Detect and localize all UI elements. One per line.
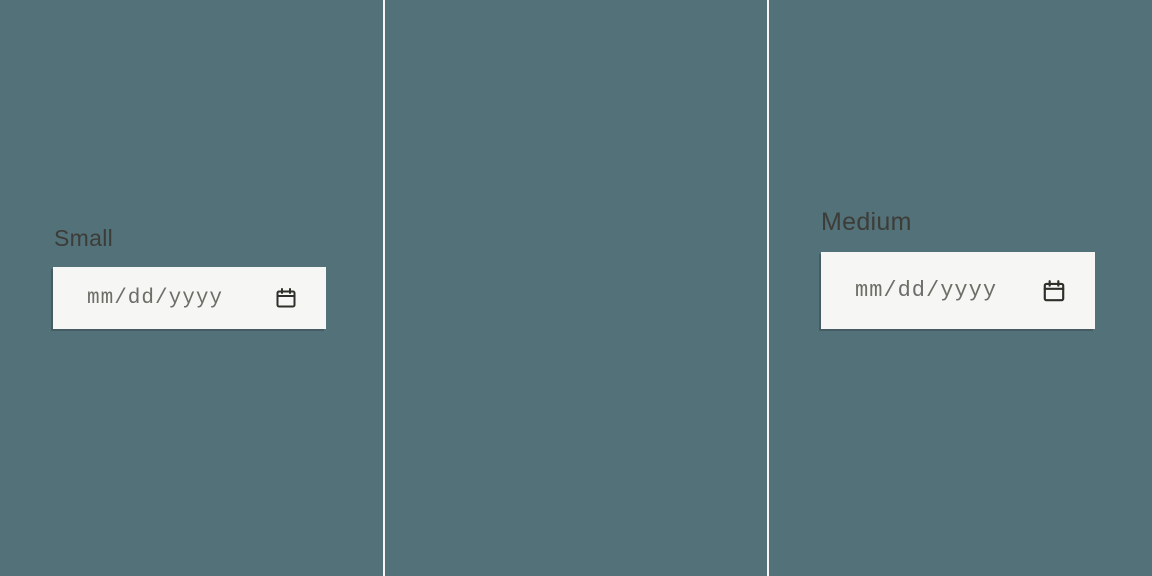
- panel-small: Small mm/dd/yyyy: [0, 0, 384, 576]
- date-input-small[interactable]: mm/dd/yyyy: [53, 267, 326, 329]
- panel-large: Large mm/dd/yyyy: [768, 0, 1152, 576]
- variant-label-small: Small: [54, 225, 113, 252]
- calendar-icon[interactable]: [274, 286, 298, 310]
- date-placeholder: mm/dd/yyyy: [87, 287, 223, 310]
- size-variants-canvas: Small mm/dd/yyyy Medium mm/dd/yyyy: [0, 0, 1152, 576]
- panel-medium: Medium mm/dd/yyyy: [384, 0, 768, 576]
